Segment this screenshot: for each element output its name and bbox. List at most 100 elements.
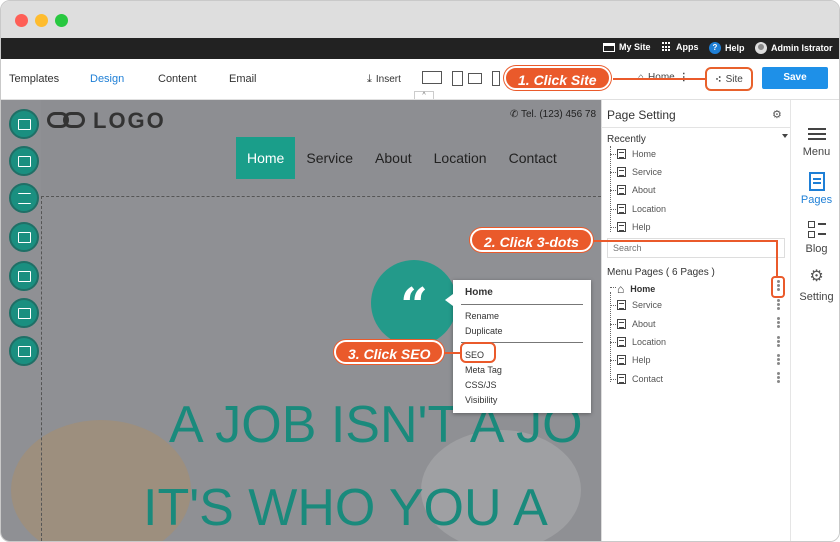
menu-icon [18, 193, 31, 204]
close-window-button[interactable] [15, 14, 28, 27]
gears-icon: ⚙ [809, 268, 824, 285]
collapse-arrow-icon[interactable] [782, 134, 788, 138]
apps-link[interactable]: Apps [662, 42, 699, 52]
title-bar [1, 1, 839, 38]
callout-step-1: 1. Click Site [504, 66, 611, 90]
menu-item-css-js[interactable]: CSS/JS [465, 380, 497, 390]
tab-design[interactable]: Design [90, 73, 124, 85]
more-options-icon[interactable] [777, 317, 780, 329]
sidebar-item-setting[interactable]: ⚙ Setting [791, 268, 839, 304]
image-icon [18, 232, 31, 243]
recent-page-item[interactable]: About [610, 185, 656, 195]
tablet-view-icon[interactable] [452, 71, 463, 86]
sidebar-item-pages[interactable]: Pages [791, 172, 839, 206]
divider [461, 304, 583, 305]
divider [602, 127, 790, 128]
tool-header-button[interactable] [9, 146, 39, 176]
download-icon: ⤓ [367, 73, 372, 85]
seo-highlight [460, 342, 496, 363]
gallery-icon [18, 271, 31, 282]
sitemap-icon: ⁖ [715, 73, 722, 86]
tool-widget-button[interactable] [9, 336, 39, 366]
apps-grid-icon [662, 42, 672, 52]
more-options-icon[interactable] [777, 354, 780, 366]
page-icon [617, 374, 626, 384]
site-button[interactable]: ⁖ Site [705, 67, 753, 91]
help-icon: ? [709, 42, 721, 54]
menu-page-item[interactable]: About [610, 319, 656, 329]
tab-templates[interactable]: Templates [9, 73, 59, 85]
site-logo[interactable]: LOGO [47, 108, 166, 134]
sidebar-item-menu[interactable]: Menu [791, 127, 839, 158]
menu-pages-label: Menu Pages ( 6 Pages ) [607, 267, 715, 278]
menu-page-item[interactable]: Location [610, 337, 666, 347]
page-setting-panel: Page Setting ⚙ Recently Home Service Abo… [601, 100, 790, 541]
browser-icon [603, 42, 615, 52]
page-icon [617, 319, 626, 329]
page-icon [617, 204, 626, 214]
callout-step-2: 2. Click 3-dots [470, 228, 593, 252]
desktop-view-icon[interactable] [422, 71, 442, 84]
collapse-toolbar-icon[interactable]: ^ [414, 91, 434, 99]
recent-page-item[interactable]: Location [610, 204, 666, 214]
user-menu[interactable]: Admin Istrator [755, 42, 833, 54]
app-window: My Site Apps ? Help Admin Istrator Templ… [0, 0, 840, 542]
recent-page-item[interactable]: Home [610, 149, 656, 159]
more-options-icon[interactable] [777, 372, 780, 384]
context-menu-title: Home [465, 287, 493, 298]
callout-step-3: 3. Click SEO [334, 340, 445, 364]
menu-icon [807, 127, 826, 143]
page-icon [617, 167, 626, 177]
site-nav-contact[interactable]: Contact [498, 137, 568, 179]
mobile-view-icon[interactable] [492, 71, 500, 86]
tool-menu-button[interactable] [9, 183, 39, 213]
site-nav-about[interactable]: About [364, 137, 423, 179]
menu-item-meta-tag[interactable]: Meta Tag [465, 365, 502, 375]
layout-icon [18, 156, 31, 167]
menu-item-visibility[interactable]: Visibility [465, 395, 497, 405]
help-link[interactable]: ? Help [709, 42, 745, 54]
menu-page-item[interactable]: Contact [610, 374, 663, 384]
callout-connector [589, 240, 777, 242]
menu-page-item[interactable]: Help [610, 355, 651, 365]
more-options-icon[interactable] [777, 336, 780, 348]
site-nav-location[interactable]: Location [423, 137, 498, 179]
sidebar-item-blog[interactable]: Blog [791, 221, 839, 255]
site-nav: Home Service About Location Contact [236, 137, 568, 179]
callout-connector [613, 78, 705, 80]
right-sidebar: Menu Pages Blog ⚙ Setting [790, 100, 839, 541]
widget-icon [18, 346, 31, 357]
site-phone: ✆ Tel. (123) 456 78 [510, 109, 597, 120]
menu-page-item[interactable]: Service [610, 300, 662, 310]
menu-item-rename[interactable]: Rename [465, 311, 499, 321]
menu-item-duplicate[interactable]: Duplicate [465, 326, 503, 336]
page-icon [617, 337, 626, 347]
tablet-landscape-view-icon[interactable] [468, 73, 482, 84]
link-logo-icon [47, 111, 87, 131]
site-nav-home[interactable]: Home [236, 137, 296, 179]
page-icon [617, 222, 626, 232]
panel-title: Page Setting [607, 108, 676, 122]
site-nav-service[interactable]: Service [295, 137, 364, 179]
tool-form-button[interactable] [9, 298, 39, 328]
tool-gallery-button[interactable] [9, 261, 39, 291]
tool-image-button[interactable] [9, 222, 39, 252]
page-icon [617, 185, 626, 195]
page-icon [617, 300, 626, 310]
recently-tree [610, 146, 611, 232]
settings-gear-icon[interactable]: ⚙ [772, 108, 782, 121]
my-site-link[interactable]: My Site [603, 42, 651, 52]
insert-button[interactable]: ⤓ Insert [367, 73, 401, 86]
minimize-window-button[interactable] [35, 14, 48, 27]
tab-email[interactable]: Email [229, 73, 257, 85]
more-options-icon[interactable] [777, 299, 780, 311]
save-button[interactable]: Save [762, 67, 828, 89]
recent-page-item[interactable]: Help [610, 222, 651, 232]
tab-content[interactable]: Content [158, 73, 197, 85]
form-icon [18, 308, 31, 319]
maximize-window-button[interactable] [55, 14, 68, 27]
recent-page-item[interactable]: Service [610, 167, 662, 177]
menu-page-item-home[interactable]: ⌂ Home [610, 282, 655, 296]
tool-section-button[interactable] [9, 109, 39, 139]
editor-toolbar: Templates Design Content Email ⤓ Insert … [1, 59, 839, 100]
